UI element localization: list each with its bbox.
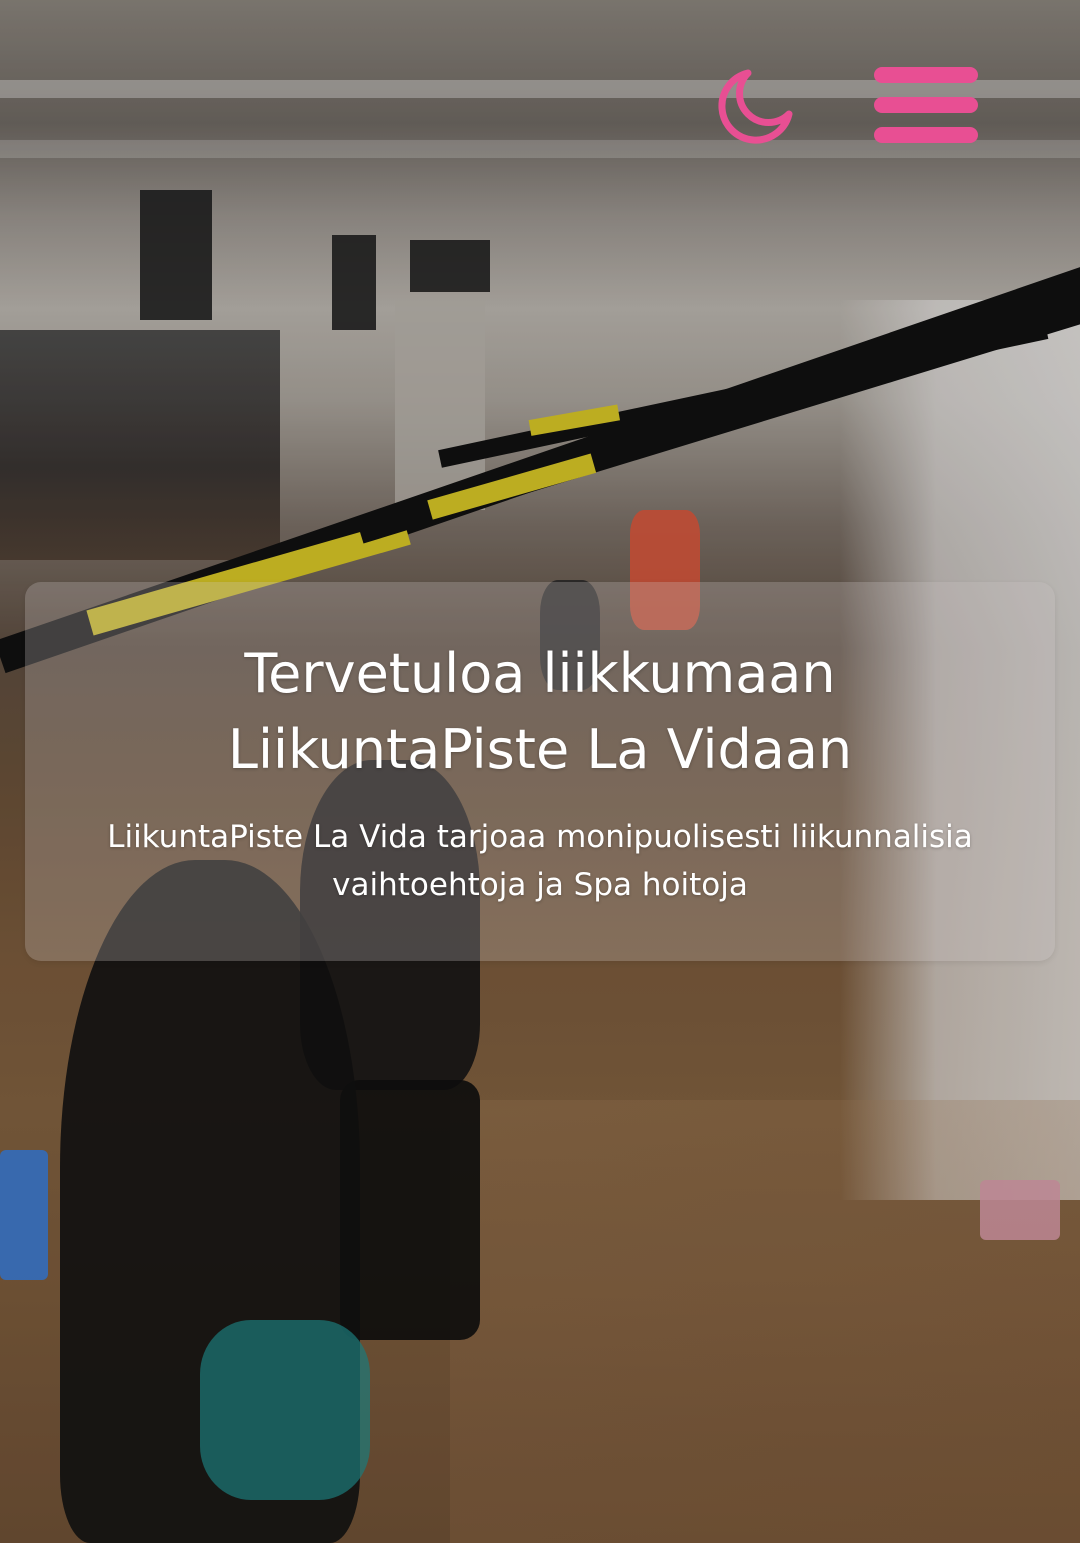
hero-title-line-1: Tervetuloa liikkumaan — [244, 642, 836, 705]
hero-title-line-2: LiikuntaPiste La Vidaan — [227, 718, 853, 781]
menu-bar-bottom — [874, 127, 978, 143]
menu-bar-top — [874, 67, 978, 83]
dark-mode-toggle[interactable] — [712, 64, 798, 150]
hero-subtitle: LiikuntaPiste La Vida tarjoaa monipuolis… — [107, 819, 973, 903]
page: Tervetuloa liikkumaan LiikuntaPiste La V… — [0, 0, 1080, 1543]
menu-button[interactable] — [874, 64, 978, 146]
hero-title: Tervetuloa liikkumaan LiikuntaPiste La V… — [0, 636, 1080, 788]
menu-bar-middle — [874, 97, 978, 113]
moon-icon — [718, 69, 793, 144]
